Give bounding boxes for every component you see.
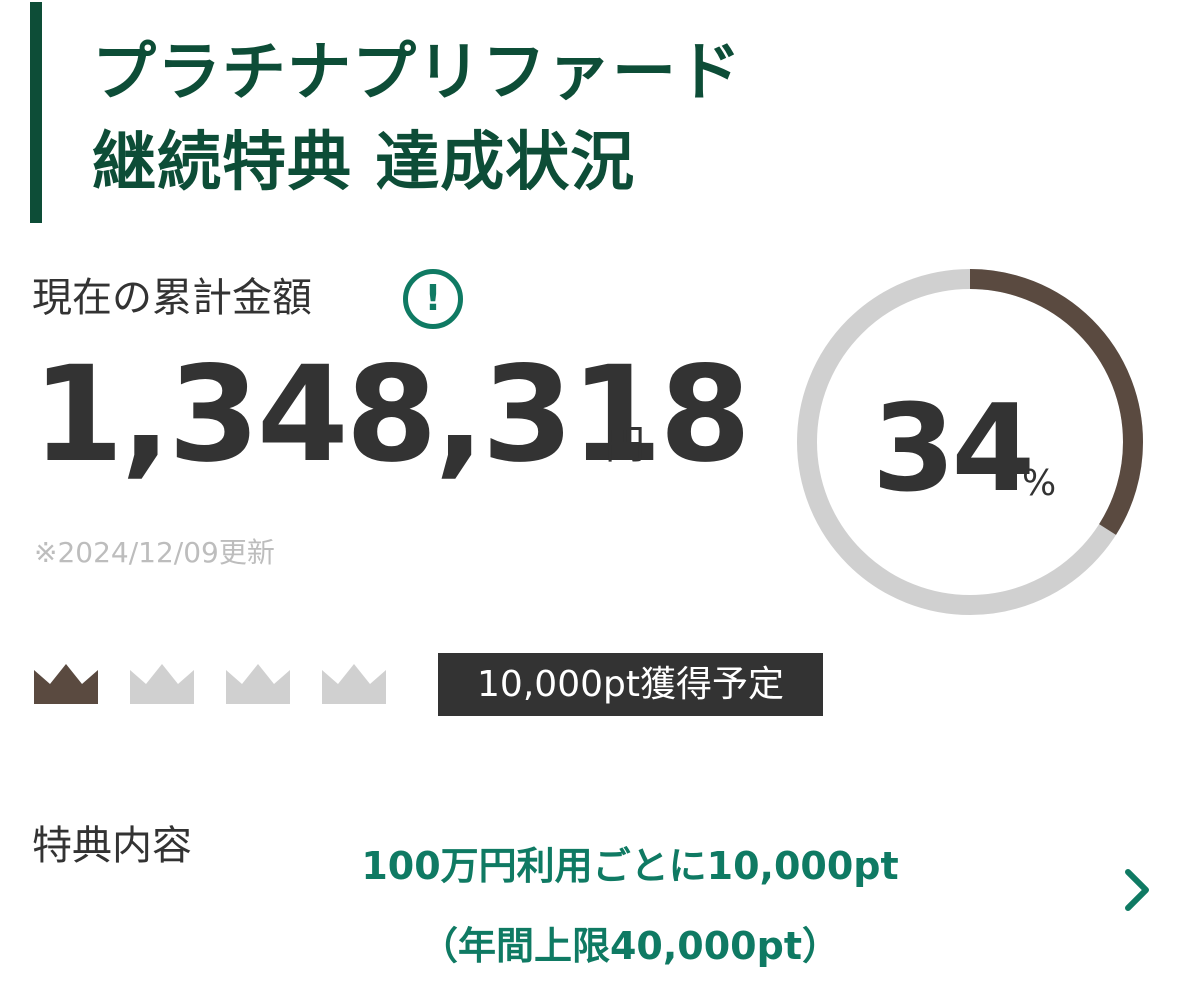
cumulative-amount-label: 現在の累計金額	[32, 275, 312, 321]
benefit-value-line2: （年間上限40,000pt）	[419, 924, 840, 968]
crown-icon	[322, 664, 386, 704]
crown-icon	[130, 664, 194, 704]
achievement-page: プラチナプリファード 継続特典 達成状況 現在の累計金額 ! 1,348,318…	[0, 0, 1179, 999]
progress-percent-value: 34	[872, 380, 1035, 519]
title-accent-bar	[30, 2, 42, 223]
crown-icon	[226, 664, 290, 704]
points-earned-badge: 10,000pt獲得予定	[438, 653, 823, 716]
page-title-line1: プラチナプリファード	[92, 36, 742, 110]
page-title: プラチナプリファード 継続特典 達成状況	[92, 28, 742, 208]
progress-percent-sign: %	[1022, 463, 1057, 504]
page-title-line2: 継続特典 達成状況	[92, 126, 636, 200]
info-icon[interactable]: !	[403, 269, 463, 329]
amount-unit: 円	[605, 422, 645, 468]
chevron-right-icon[interactable]	[1118, 866, 1158, 914]
updated-date-note: ※2024/12/09更新	[34, 536, 275, 569]
benefit-value-line1: 100万円利用ごとに10,000pt	[361, 844, 899, 888]
benefit-label: 特典内容	[32, 823, 192, 869]
crown-icon	[34, 664, 98, 704]
benefit-details-link[interactable]: 100万円利用ごとに10,000pt （年間上限40,000pt）	[340, 826, 920, 986]
